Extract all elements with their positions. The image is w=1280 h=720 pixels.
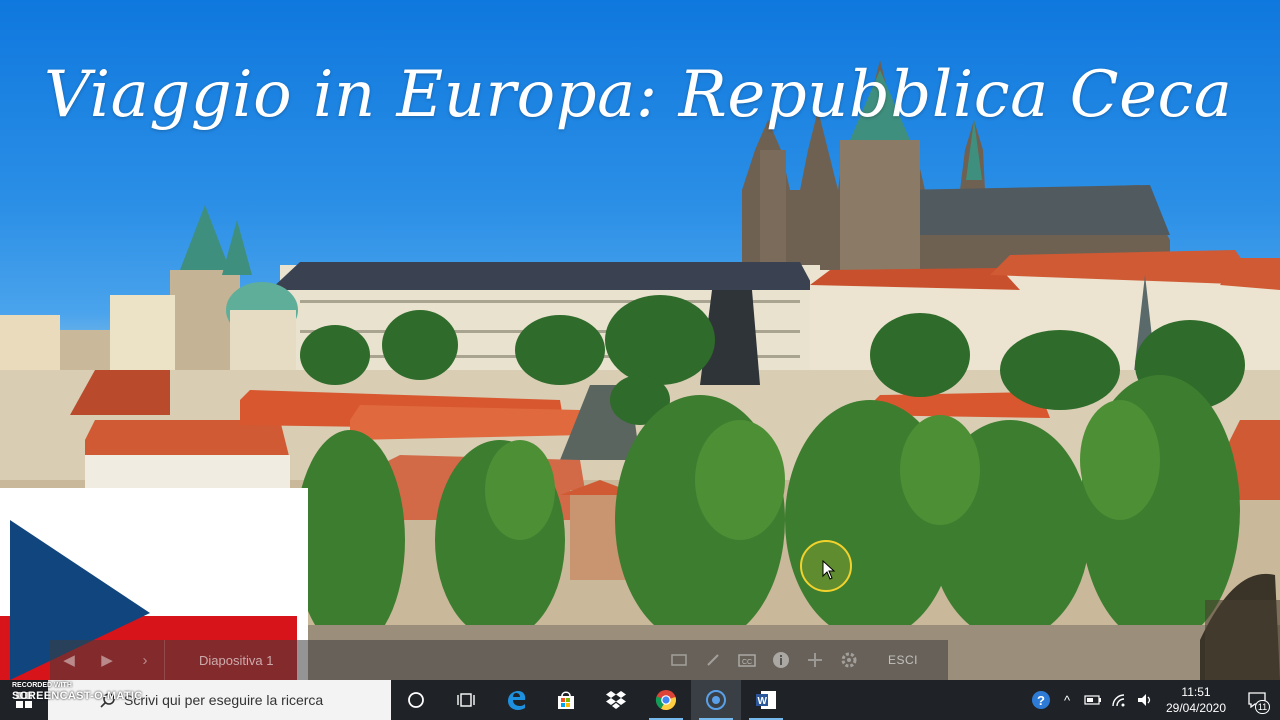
- mouse-cursor-icon: [822, 560, 836, 580]
- battery-button[interactable]: [1080, 680, 1106, 720]
- system-tray: ? ^ 11:51 29/04/2020 11: [1028, 680, 1280, 720]
- recorder-watermark: RECORDED WITH SCREENCAST-O-MATIC: [12, 682, 142, 703]
- toolbar-divider: [164, 640, 165, 680]
- dropbox-button[interactable]: [591, 680, 641, 720]
- fullscreen-button[interactable]: [798, 652, 832, 668]
- task-view-icon: [457, 693, 475, 707]
- task-view-button[interactable]: [441, 680, 491, 720]
- action-center-button[interactable]: 11: [1234, 680, 1280, 720]
- svg-text:CC: CC: [742, 659, 752, 666]
- cc-button[interactable]: CC: [730, 653, 764, 667]
- show-hidden-icons-button[interactable]: ^: [1054, 680, 1080, 720]
- cortana-button[interactable]: [391, 680, 441, 720]
- info-icon: [772, 652, 789, 668]
- slide-canvas[interactable]: Viaggio in Europa: Repubblica Ceca ◀ ▶ ›…: [0, 0, 1280, 680]
- closed-captions-icon: CC: [738, 653, 756, 667]
- help-tray-button[interactable]: ?: [1028, 680, 1054, 720]
- arrow-left-icon: ◀: [63, 652, 75, 669]
- subtitles-icon: [671, 654, 687, 666]
- exit-button[interactable]: ESCI: [888, 653, 918, 667]
- chrome-button[interactable]: [641, 680, 691, 720]
- clock-date: 29/04/2020: [1165, 701, 1227, 715]
- dropbox-icon: [606, 691, 626, 709]
- previous-slide-button[interactable]: ◀: [50, 640, 88, 680]
- search-placeholder: Scrivi qui per eseguire la ricerca: [124, 692, 324, 708]
- chevron-up-icon: ^: [1063, 692, 1071, 708]
- gear-icon: [841, 652, 857, 668]
- edge-button[interactable]: [491, 680, 541, 720]
- clock-time: 11:51: [1181, 685, 1211, 699]
- volume-icon: [1138, 694, 1151, 706]
- pen-icon: [707, 654, 719, 666]
- watermark-line1: RECORDED WITH: [12, 682, 72, 689]
- wifi-button[interactable]: [1106, 680, 1132, 720]
- play-button[interactable]: ▶: [88, 640, 126, 680]
- wifi-icon: [1112, 694, 1125, 707]
- svg-text:?: ?: [1037, 693, 1045, 708]
- play-icon: ▶: [101, 652, 113, 669]
- store-icon: [558, 691, 574, 709]
- chevron-right-icon: ›: [142, 651, 148, 669]
- taskbar-clock[interactable]: 11:51 29/04/2020: [1158, 684, 1234, 716]
- screencast-button[interactable]: [691, 680, 741, 720]
- move-icon: [807, 653, 822, 667]
- store-button[interactable]: [541, 680, 591, 720]
- help-icon: ?: [1032, 691, 1050, 709]
- word-button[interactable]: W: [741, 680, 791, 720]
- notification-count-badge: 11: [1255, 700, 1270, 714]
- next-slide-button[interactable]: ›: [126, 640, 164, 680]
- info-button[interactable]: [764, 651, 798, 669]
- watermark-line2: SCREENCAST-O-MATIC: [12, 690, 143, 702]
- subtitles-button[interactable]: [662, 654, 696, 666]
- chrome-icon: [655, 690, 676, 711]
- slide-title: Viaggio in Europa: Repubblica Ceca: [44, 58, 1233, 132]
- settings-button[interactable]: [832, 651, 866, 669]
- edge-icon: [508, 691, 526, 710]
- word-icon: W: [756, 691, 776, 709]
- slide-counter: Diapositiva 1: [199, 652, 274, 668]
- cortana-icon: [408, 692, 424, 708]
- svg-text:W: W: [758, 696, 768, 707]
- windows-taskbar: Scrivi qui per eseguire la ricerca W ? ^: [0, 680, 1280, 720]
- battery-icon: [1084, 695, 1101, 705]
- record-icon: [706, 690, 726, 710]
- volume-button[interactable]: [1132, 680, 1158, 720]
- pen-button[interactable]: [696, 653, 730, 667]
- presenter-toolbar: ◀ ▶ › Diapositiva 1 CC ESCI: [50, 640, 948, 680]
